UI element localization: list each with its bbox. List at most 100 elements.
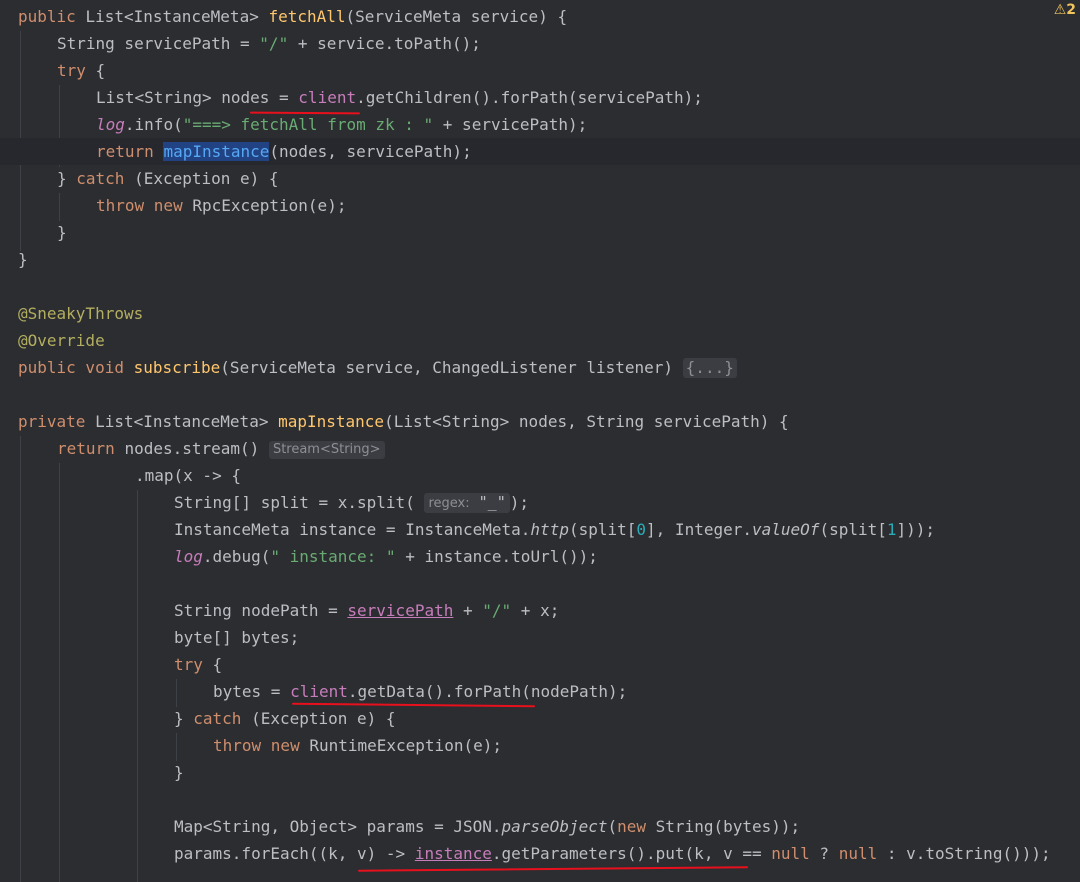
code-text: (split[ xyxy=(568,520,637,539)
code-line[interactable]: bytes = client.getData().forPath(nodePat… xyxy=(0,678,1080,705)
code-text: : v.toString())); xyxy=(877,844,1051,863)
code-line[interactable]: String[] split = x.split( regex: "_"); xyxy=(0,489,1080,516)
code-text: bytes = xyxy=(213,682,291,701)
code-text: String nodePath = xyxy=(174,601,348,620)
field-log: log xyxy=(174,547,203,566)
code-line[interactable]: params.forEach((k, v) -> instance.getPar… xyxy=(0,840,1080,867)
keyword: try xyxy=(57,61,86,80)
code-text: .info( xyxy=(124,115,183,134)
code-line[interactable]: throw new RuntimeException(e); xyxy=(0,732,1080,759)
code-line[interactable]: public List<InstanceMeta> fetchAll(Servi… xyxy=(0,3,1080,30)
code-text: ? xyxy=(809,844,839,863)
keyword: catch xyxy=(193,709,242,728)
code-text: (split[ xyxy=(819,520,887,539)
keyword: null xyxy=(771,844,810,863)
code-line[interactable]: } catch (Exception e) { xyxy=(0,705,1080,732)
type-hint: Stream<String> xyxy=(268,441,385,459)
params: (ServiceMeta service) { xyxy=(345,7,568,26)
type-name: List xyxy=(85,7,124,26)
annotation: @SneakyThrows xyxy=(18,304,144,323)
code-line[interactable]: return nodes.stream() Stream<String> xyxy=(0,435,1080,462)
code-line[interactable]: public void subscribe(ServiceMeta servic… xyxy=(0,354,1080,381)
code-line[interactable]: } catch (Exception e) { xyxy=(0,165,1080,192)
code-text: .getData().forPath(nodePath); xyxy=(347,682,628,701)
code-line[interactable]: private List<InstanceMeta> mapInstance(L… xyxy=(0,408,1080,435)
code-text: RuntimeException(e); xyxy=(309,736,502,755)
code-text: String(bytes)); xyxy=(655,817,801,836)
code-line[interactable]: String servicePath = "/" + service.toPat… xyxy=(0,30,1080,57)
captured-variable: instance xyxy=(414,844,492,863)
keyword: return xyxy=(96,142,164,161)
keyword: null xyxy=(838,844,878,863)
code-line[interactable]: @SneakyThrows xyxy=(0,300,1080,327)
folded-block[interactable]: {...} xyxy=(682,358,737,378)
keyword: public xyxy=(18,7,86,26)
code-line[interactable]: log.debug(" instance: " + instance.toUrl… xyxy=(0,543,1080,570)
field-client: client xyxy=(298,88,357,107)
code-line[interactable]: try { xyxy=(0,651,1080,678)
code-text: + xyxy=(453,601,483,620)
type-name: List<InstanceMeta> xyxy=(95,412,279,431)
keyword: try xyxy=(174,655,203,674)
code-text: } xyxy=(57,223,67,242)
code-text: String[] split = x.split( xyxy=(174,493,425,512)
keyword: catch xyxy=(76,169,125,188)
code-text: } xyxy=(57,169,77,188)
code-text: Map<String, Object> params = JSON. xyxy=(174,817,502,836)
code-line[interactable]: String nodePath = servicePath + "/" + x; xyxy=(0,597,1080,624)
code-line[interactable]: } xyxy=(0,219,1080,246)
code-line[interactable]: try { xyxy=(0,57,1080,84)
code-text: .getParameters().put(k, v == xyxy=(491,844,772,863)
string-literal: "===> fetchAll from zk : " xyxy=(182,115,434,134)
code-line[interactable]: } xyxy=(0,246,1080,273)
code-text: + x; xyxy=(511,601,560,620)
code-text: ], Integer. xyxy=(646,520,752,539)
string-literal: "/" xyxy=(482,601,512,620)
code-line[interactable]: .map(x -> { xyxy=(0,462,1080,489)
keyword: throw new xyxy=(96,196,193,215)
code-text: .getChildren().forPath(servicePath); xyxy=(356,88,703,107)
code-text: .debug( xyxy=(202,547,271,566)
param-hint: regex: "_" xyxy=(424,493,510,513)
number-literal: 0 xyxy=(636,520,647,539)
code-line[interactable]: throw new RpcException(e); xyxy=(0,192,1080,219)
annotation: @Override xyxy=(18,331,105,350)
string-literal: "_" xyxy=(469,493,506,511)
method-name: fetchAll xyxy=(268,7,346,26)
code-text: } xyxy=(18,250,28,269)
code-text: (Exception e) { xyxy=(124,169,279,188)
static-method: parseObject xyxy=(501,817,608,836)
code-line-current[interactable]: return mapInstance(nodes, servicePath); xyxy=(0,138,1080,165)
params: (ServiceMeta service, ChangedListener li… xyxy=(220,358,683,377)
code-text: List<String> nodes = xyxy=(96,88,299,107)
code-text: .map(x -> { xyxy=(135,466,241,485)
code-line[interactable]: @Override xyxy=(0,327,1080,354)
code-line[interactable]: byte[] bytes; xyxy=(0,624,1080,651)
code-text: ( xyxy=(607,817,618,836)
red-underline xyxy=(357,866,749,872)
type-param: <InstanceMeta> xyxy=(123,7,269,26)
code-line[interactable]: log.info("===> fetchAll from zk : " + se… xyxy=(0,111,1080,138)
code-editor[interactable]: ⚠2 public List<InstanceMeta> fetchAll(Se… xyxy=(0,0,1080,882)
keyword: return xyxy=(57,439,125,458)
code-text: } xyxy=(174,763,184,782)
method-name: mapInstance xyxy=(278,412,385,431)
code-text: byte[] bytes; xyxy=(174,628,300,647)
captured-variable: servicePath xyxy=(347,601,454,620)
code-line[interactable]: InstanceMeta instance = InstanceMeta.htt… xyxy=(0,516,1080,543)
code-text: InstanceMeta instance = InstanceMeta. xyxy=(174,520,531,539)
code-line[interactable]: } xyxy=(0,759,1080,786)
method-name: subscribe xyxy=(133,358,221,377)
param-hint-label: regex: xyxy=(428,496,470,511)
code-line[interactable]: List<String> nodes = client.getChildren(… xyxy=(0,84,1080,111)
code-text: + service.toPath(); xyxy=(288,34,481,53)
selected-identifier[interactable]: mapInstance xyxy=(163,142,270,161)
code-text: } xyxy=(174,709,194,728)
code-text: (Exception e) { xyxy=(241,709,396,728)
code-line[interactable]: Map<String, Object> params = JSON.parseO… xyxy=(0,813,1080,840)
field-log: log xyxy=(96,115,125,134)
code-text: nodes.stream() xyxy=(124,439,269,458)
code-text: { xyxy=(85,61,106,80)
code-text: (nodes, servicePath); xyxy=(269,142,472,161)
code-text: ); xyxy=(509,493,529,512)
